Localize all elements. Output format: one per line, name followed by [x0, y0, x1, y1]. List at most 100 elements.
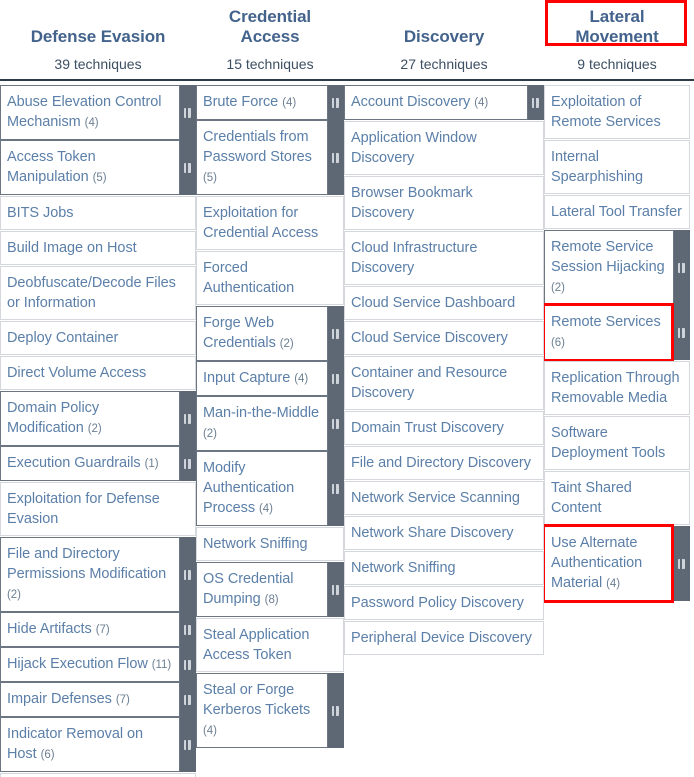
technique-cell[interactable]: Deploy Container	[0, 321, 196, 355]
technique-cell[interactable]: Steal or Forge Kerberos Tickets (4)	[196, 673, 344, 748]
subtechnique-expand-handle[interactable]	[528, 85, 544, 120]
technique-cell[interactable]: Domain Policy Modification (2)	[0, 391, 196, 446]
subtechnique-expand-handle[interactable]	[328, 85, 344, 120]
technique-cell[interactable]: Use Alternate Authentication Material (4…	[544, 524, 690, 603]
subtechnique-expand-handle[interactable]	[328, 120, 344, 195]
technique-cell[interactable]: Abuse Elevation Control Mechanism (4)	[0, 85, 196, 140]
subtechnique-expand-handle[interactable]	[674, 305, 690, 360]
technique-cell-body[interactable]: File and Directory Discovery	[344, 446, 544, 480]
technique-cell-body[interactable]: Cloud Infrastructure Discovery	[344, 231, 544, 285]
technique-cell-body[interactable]: Exploitation of Remote Services	[544, 85, 690, 139]
technique-cell[interactable]: Indicator Removal on Host (6)	[0, 717, 196, 772]
technique-cell[interactable]: Browser Bookmark Discovery	[344, 176, 544, 230]
subtechnique-expand-handle[interactable]	[328, 562, 344, 617]
technique-cell[interactable]: Exploitation of Remote Services	[544, 85, 690, 139]
technique-cell[interactable]: Taint Shared Content	[544, 471, 690, 525]
technique-cell-body[interactable]: Container and Resource Discovery	[344, 356, 544, 410]
technique-cell-body[interactable]: Indirect Command	[0, 773, 196, 777]
technique-cell-body[interactable]: Browser Bookmark Discovery	[344, 176, 544, 230]
subtechnique-expand-handle[interactable]	[180, 537, 196, 612]
technique-cell[interactable]: Modify Authentication Process (4)	[196, 451, 344, 526]
technique-cell-body[interactable]: Direct Volume Access	[0, 356, 196, 390]
technique-cell[interactable]: Replication Through Removable Media	[544, 361, 690, 415]
technique-cell-body[interactable]: Account Discovery (4)	[344, 85, 528, 120]
technique-cell[interactable]: Software Deployment Tools	[544, 416, 690, 470]
technique-cell[interactable]: Man-in-the-Middle (2)	[196, 396, 344, 451]
technique-cell-body[interactable]: Taint Shared Content	[544, 471, 690, 525]
subtechnique-expand-handle[interactable]	[180, 682, 196, 717]
technique-cell[interactable]: Access Token Manipulation (5)	[0, 140, 196, 195]
technique-cell[interactable]: Direct Volume Access	[0, 356, 196, 390]
technique-cell-body[interactable]: Credentials from Password Stores (5)	[196, 120, 328, 195]
subtechnique-expand-handle[interactable]	[180, 446, 196, 481]
technique-cell-body[interactable]: Network Share Discovery	[344, 516, 544, 550]
technique-cell[interactable]: Indirect Command	[0, 773, 196, 777]
tactic-title[interactable]: Defense Evasion	[31, 27, 166, 47]
technique-cell-body[interactable]: Access Token Manipulation (5)	[0, 140, 180, 195]
technique-cell[interactable]: Build Image on Host	[0, 231, 196, 265]
technique-cell-body[interactable]: Cloud Service Discovery	[344, 321, 544, 355]
technique-cell-body[interactable]: Steal or Forge Kerberos Tickets (4)	[196, 673, 328, 748]
technique-cell[interactable]: Cloud Infrastructure Discovery	[344, 231, 544, 285]
technique-cell[interactable]: Container and Resource Discovery	[344, 356, 544, 410]
technique-cell[interactable]: Forced Authentication	[196, 251, 344, 305]
technique-cell[interactable]: File and Directory Permissions Modificat…	[0, 537, 196, 612]
technique-cell[interactable]: Peripheral Device Discovery	[344, 621, 544, 655]
technique-cell-body[interactable]: Application Window Discovery	[344, 121, 544, 175]
technique-cell-body[interactable]: Replication Through Removable Media	[544, 361, 690, 415]
technique-cell-body[interactable]: Use Alternate Authentication Material (4…	[544, 526, 674, 601]
technique-cell[interactable]: Lateral Tool Transfer	[544, 195, 690, 229]
subtechnique-expand-handle[interactable]	[328, 306, 344, 361]
technique-cell[interactable]: Cloud Service Discovery	[344, 321, 544, 355]
technique-cell-body[interactable]: Input Capture (4)	[196, 361, 328, 396]
technique-cell-body[interactable]: Remote Services (6)	[544, 305, 674, 360]
technique-cell[interactable]: Network Service Scanning	[344, 481, 544, 515]
subtechnique-expand-handle[interactable]	[328, 396, 344, 451]
technique-cell[interactable]: Password Policy Discovery	[344, 586, 544, 620]
subtechnique-expand-handle[interactable]	[180, 140, 196, 195]
subtechnique-expand-handle[interactable]	[328, 361, 344, 396]
technique-cell[interactable]: Steal Application Access Token	[196, 618, 344, 672]
technique-cell-body[interactable]: Software Deployment Tools	[544, 416, 690, 470]
technique-cell[interactable]: Application Window Discovery	[344, 121, 544, 175]
technique-cell-body[interactable]: OS Credential Dumping (8)	[196, 562, 328, 617]
technique-cell-body[interactable]: Execution Guardrails (1)	[0, 446, 180, 481]
technique-cell[interactable]: Exploitation for Defense Evasion	[0, 482, 196, 536]
technique-cell-body[interactable]: Forced Authentication	[196, 251, 344, 305]
tactic-header-1[interactable]: Credential Access 15 techniques	[196, 0, 344, 79]
technique-cell-body[interactable]: File and Directory Permissions Modificat…	[0, 537, 180, 612]
subtechnique-expand-handle[interactable]	[328, 673, 344, 748]
technique-cell[interactable]: Network Sniffing	[196, 527, 344, 561]
technique-cell-body[interactable]: Network Service Scanning	[344, 481, 544, 515]
technique-cell-body[interactable]: Exploitation for Credential Access	[196, 196, 344, 250]
technique-cell-body[interactable]: Peripheral Device Discovery	[344, 621, 544, 655]
technique-cell[interactable]: BITS Jobs	[0, 196, 196, 230]
technique-cell[interactable]: Deobfuscate/Decode Files or Information	[0, 266, 196, 320]
technique-cell-body[interactable]: Modify Authentication Process (4)	[196, 451, 328, 526]
tactic-header-3[interactable]: Lateral Movement 9 techniques	[544, 0, 690, 79]
subtechnique-expand-handle[interactable]	[674, 526, 690, 601]
technique-cell[interactable]: Hide Artifacts (7)	[0, 612, 196, 647]
technique-cell-body[interactable]: Remote Service Session Hijacking (2)	[544, 230, 674, 305]
technique-cell[interactable]: OS Credential Dumping (8)	[196, 562, 344, 617]
technique-cell[interactable]: Network Share Discovery	[344, 516, 544, 550]
technique-cell[interactable]: Hijack Execution Flow (11)	[0, 647, 196, 682]
technique-cell[interactable]: File and Directory Discovery	[344, 446, 544, 480]
technique-cell-body[interactable]: Lateral Tool Transfer	[544, 195, 690, 229]
technique-cell-body[interactable]: Network Sniffing	[196, 527, 344, 561]
subtechnique-expand-handle[interactable]	[328, 451, 344, 526]
technique-cell-body[interactable]: Password Policy Discovery	[344, 586, 544, 620]
technique-cell[interactable]: Cloud Service Dashboard	[344, 286, 544, 320]
technique-cell-body[interactable]: Build Image on Host	[0, 231, 196, 265]
technique-cell[interactable]: Credentials from Password Stores (5)	[196, 120, 344, 195]
technique-cell[interactable]: Forge Web Credentials (2)	[196, 306, 344, 361]
technique-cell-body[interactable]: Indicator Removal on Host (6)	[0, 717, 180, 772]
tactic-header-2[interactable]: Discovery 27 techniques	[344, 0, 544, 79]
technique-cell-body[interactable]: Cloud Service Dashboard	[344, 286, 544, 320]
technique-cell-body[interactable]: Domain Policy Modification (2)	[0, 391, 180, 446]
technique-cell-body[interactable]: Man-in-the-Middle (2)	[196, 396, 328, 451]
technique-cell-body[interactable]: Hide Artifacts (7)	[0, 612, 180, 647]
subtechnique-expand-handle[interactable]	[180, 612, 196, 647]
technique-cell[interactable]: Internal Spearphishing	[544, 140, 690, 194]
technique-cell[interactable]: Domain Trust Discovery	[344, 411, 544, 445]
